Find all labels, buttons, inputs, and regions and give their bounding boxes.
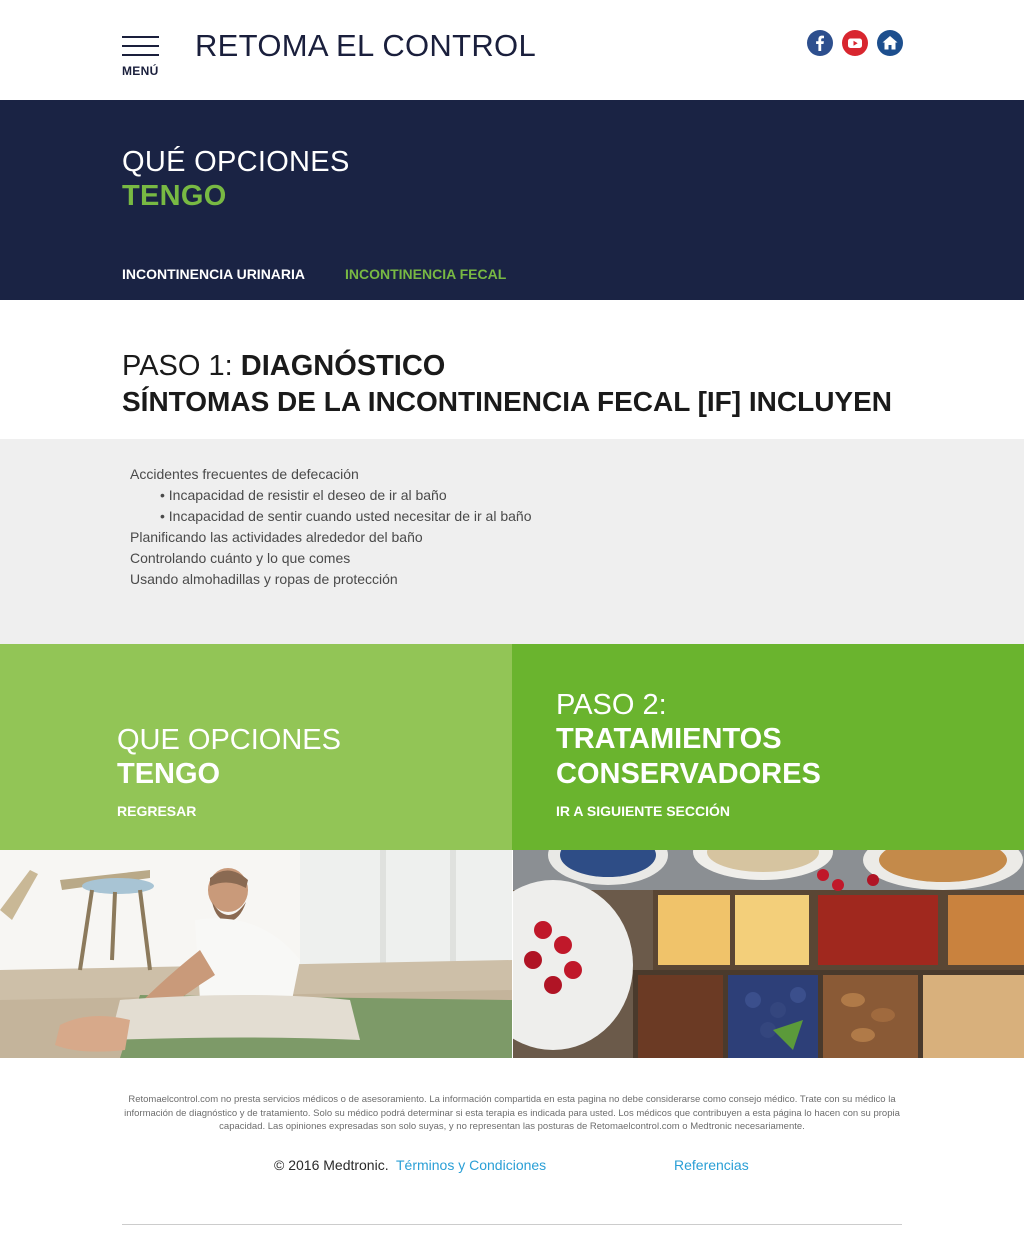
step1-heading: PASO 1: DIAGNÓSTICO SÍNTOMAS DE LA INCON…: [122, 348, 922, 420]
healthy-food-image: [513, 850, 1024, 1058]
facebook-button[interactable]: [807, 30, 833, 56]
site-header: MENÚ RETOMA EL CONTROL: [0, 0, 1024, 100]
step1-title-row: PASO 1: DIAGNÓSTICO: [122, 348, 922, 384]
healthy-food-photo: [513, 850, 1024, 1058]
next-section-block[interactable]: PASO 2: TRATAMIENTOS CONSERVADORES IR A …: [512, 644, 1024, 850]
list-item: Accidentes frecuentes de defecación: [130, 466, 359, 482]
footer-divider: [122, 1224, 902, 1225]
youtube-button[interactable]: [842, 30, 868, 56]
previous-section-block[interactable]: QUE OPCIONES TENGO REGRESAR: [0, 644, 512, 850]
symptoms-panel: Accidentes frecuentes de defecación • In…: [0, 439, 1024, 644]
footer-links: © 2016 Medtronic. Términos y Condiciones…: [0, 1157, 1024, 1177]
tab-incontinencia-urinaria[interactable]: INCONTINENCIA URINARIA: [122, 266, 305, 282]
hamburger-bar: [122, 54, 159, 56]
list-item: • Incapacidad de sentir cuando usted nec…: [160, 508, 532, 524]
step1-title: DIAGNÓSTICO: [240, 350, 446, 382]
home-icon: [882, 36, 898, 50]
list-item: • Incapacidad de resistir el deseo de ir…: [160, 487, 447, 503]
terms-link[interactable]: Términos y Condiciones: [396, 1157, 546, 1173]
next-section-title-cont: CONSERVADORES: [556, 758, 821, 790]
hero-title-emphasis: TENGO: [122, 180, 227, 212]
back-link[interactable]: REGRESAR: [117, 803, 196, 819]
tab-incontinencia-fecal[interactable]: INCONTINENCIA FECAL: [345, 266, 506, 282]
menu-button[interactable]: MENÚ: [122, 36, 160, 80]
hero-title: QUÉ OPCIONES: [122, 146, 350, 178]
youtube-icon: [848, 38, 862, 48]
hero-banner: QUÉ OPCIONES TENGO INCONTINENCIA URINARI…: [0, 100, 1024, 300]
stretching-man-photo: [0, 850, 512, 1058]
copyright-text: © 2016 Medtronic.: [274, 1157, 389, 1173]
site-title[interactable]: RETOMA EL CONTROL: [195, 28, 536, 64]
next-section-link[interactable]: IR A SIGUIENTE SECCIÓN: [556, 803, 730, 819]
hamburger-icon: [122, 36, 159, 38]
stretching-man-image: [0, 850, 512, 1058]
step1-prefix: PASO 1:: [122, 350, 233, 382]
previous-section-title-emphasis: TENGO: [117, 758, 221, 790]
next-section-step: PASO 2:: [556, 689, 667, 721]
disclaimer-text: Retomaelcontrol.com no presta servicios …: [124, 1094, 900, 1132]
menu-label: MENÚ: [122, 64, 159, 78]
previous-section-title: QUE OPCIONES: [117, 724, 341, 756]
symptoms-list: Accidentes frecuentes de defecación • In…: [130, 464, 531, 590]
home-button[interactable]: [877, 30, 903, 56]
list-item: Usando almohadillas y ropas de protecció…: [130, 571, 398, 587]
step1-subtitle: SÍNTOMAS DE LA INCONTINENCIA FECAL [IF] …: [122, 386, 892, 417]
next-section-title: TRATAMIENTOS: [556, 723, 782, 755]
list-item: Planificando las actividades alrededor d…: [130, 529, 423, 545]
list-item: Controlando cuánto y lo que comes: [130, 550, 351, 566]
facebook-icon: [816, 35, 824, 51]
references-link[interactable]: Referencias: [674, 1157, 749, 1173]
hamburger-bar: [122, 45, 159, 47]
